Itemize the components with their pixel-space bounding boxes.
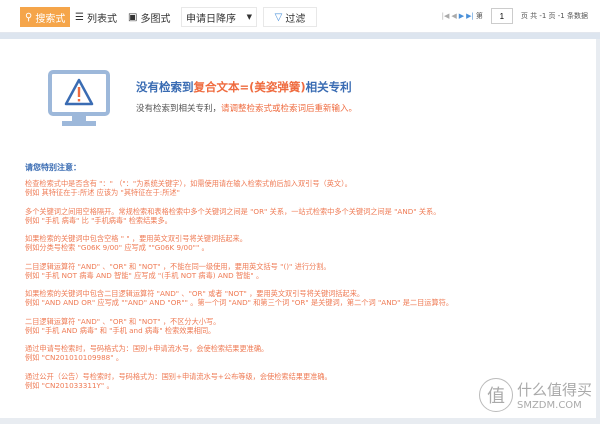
tip-rule: 如果检索的关键词中包含二目逻辑运算符 "AND" 、"OR" 或者 "NOT" … [25,289,365,298]
search-tips: 请您特别注意： 检查检索式中是否含有 "：" （"："为系统关键字），如需使用请… [25,163,585,399]
tip-rule: 通过申请号检索时，号码格式为：国别+申请流水号，会使检索结果更准确。 [25,344,269,353]
page-input[interactable] [490,8,513,24]
tip-example: 例如分类号检索 "G06K 9/00" 应写成 ""G06K 9/00"" 。 [25,243,209,252]
filter-icon: ▽ [274,11,283,23]
last-page-icon[interactable]: ▶| [466,12,474,20]
tip-rule: 如果检索的关键词中包含空格 " " ，要用英文双引号将关键词括起来。 [25,234,247,243]
caret-down-icon: ▼ [246,13,252,21]
tip-item: 多个关键词之间用空格隔开。常规检索和表格检索中多个关键词之间是 "OR" 关系，… [25,207,585,225]
tip-rule: 二目逻辑运算符 "AND" 、"OR" 和 "NOT" ，不区分大小写。 [25,316,221,326]
prev-page-icon[interactable]: ◀ [451,12,456,20]
tip-example: 例如 "AND AND OR" 应写成 ""AND" AND "OR"" 。第一… [25,298,454,307]
no-results-title: 没有检索到复合文本=(美姿弹簧)相关专利 [136,80,352,94]
search-mode-button[interactable]: ⚲ 搜索式 [20,7,71,27]
next-page-icon[interactable]: ▶ [459,12,464,20]
search-icon: ⚲ [25,11,33,23]
watermark: 值 什么值得买 SMZDM.COM [478,378,592,412]
tip-item: 二目逻辑运算符 "AND" 、"OR" 和 "NOT" ，不能在同一级使用，要用… [25,262,585,280]
list-mode-button[interactable]: ☰ 列表式 [71,7,121,27]
tip-rule: 多个关键词之间用空格隔开。常规检索和表格检索中多个关键词之间是 "OR" 关系，… [25,206,441,216]
tip-rule: 检查检索式中是否含有 "：" （"："为系统关键字），如需使用请在输入检索式前后… [25,179,352,188]
sort-select[interactable]: 申请日降序 ▼ [181,7,257,27]
tip-example: 例如 "CN201010109988" 。 [25,353,124,362]
image-icon: ▣ [128,11,138,23]
pagination: |◀ ◀ ▶ ▶| 第 页 共 -1 页 -1 条数据 [442,8,588,24]
tip-example: 例如 其特征在于:所述 应该为 "其特征在于:所述" [25,188,180,197]
tip-rule: 二目逻辑运算符 "AND" 、"OR" 和 "NOT" ，不能在同一级使用，要用… [25,261,331,271]
first-page-icon[interactable]: |◀ [442,12,450,20]
list-icon: ☰ [75,11,84,23]
tip-example: 例如 "手机 AND 病毒" 和 "手机 and 病毒" 检索效果相同。 [25,325,216,335]
gallery-mode-button[interactable]: ▣ 多图式 [124,7,175,27]
no-results-subtitle: 没有检索到相关专利，请调整检索式或检索词后重新输入。 [136,104,358,114]
monitor-warning-icon [48,70,110,126]
tip-item: 如果检索的关键词中包含空格 " " ，要用英文双引号将关键词括起来。 例如分类号检… [25,234,585,252]
watermark-seal: 值 [478,378,513,412]
tip-item: 二目逻辑运算符 "AND" 、"OR" 和 "NOT" ，不区分大小写。 例如 "… [25,317,585,335]
toolbar: ⚲搜索式 ☰列表式 ▣多图式 申请日降序▼ ▽过滤 |◀ ◀ ▶ ▶| 第 页 … [0,0,600,33]
tip-item: 通过申请号检索时，号码格式为：国别+申请流水号，会使检索结果更准确。 例如 "CN… [25,344,585,362]
tip-item: 检查检索式中是否含有 "：" （"："为系统关键字），如需使用请在输入检索式前后… [25,179,585,197]
tip-example: 例如 "手机 NOT 病毒 AND 智能" 应写成 "(手机 NOT 病毒) A… [25,270,264,280]
tip-item: 如果检索的关键词中包含二目逻辑运算符 "AND" 、"OR" 或者 "NOT" … [25,289,585,307]
bottom-border [0,418,600,424]
tip-example: 例如 "手机 病毒" 比 "手机病毒" 检索结果多。 [25,215,172,225]
filter-button[interactable]: ▽ 过滤 [263,7,317,27]
